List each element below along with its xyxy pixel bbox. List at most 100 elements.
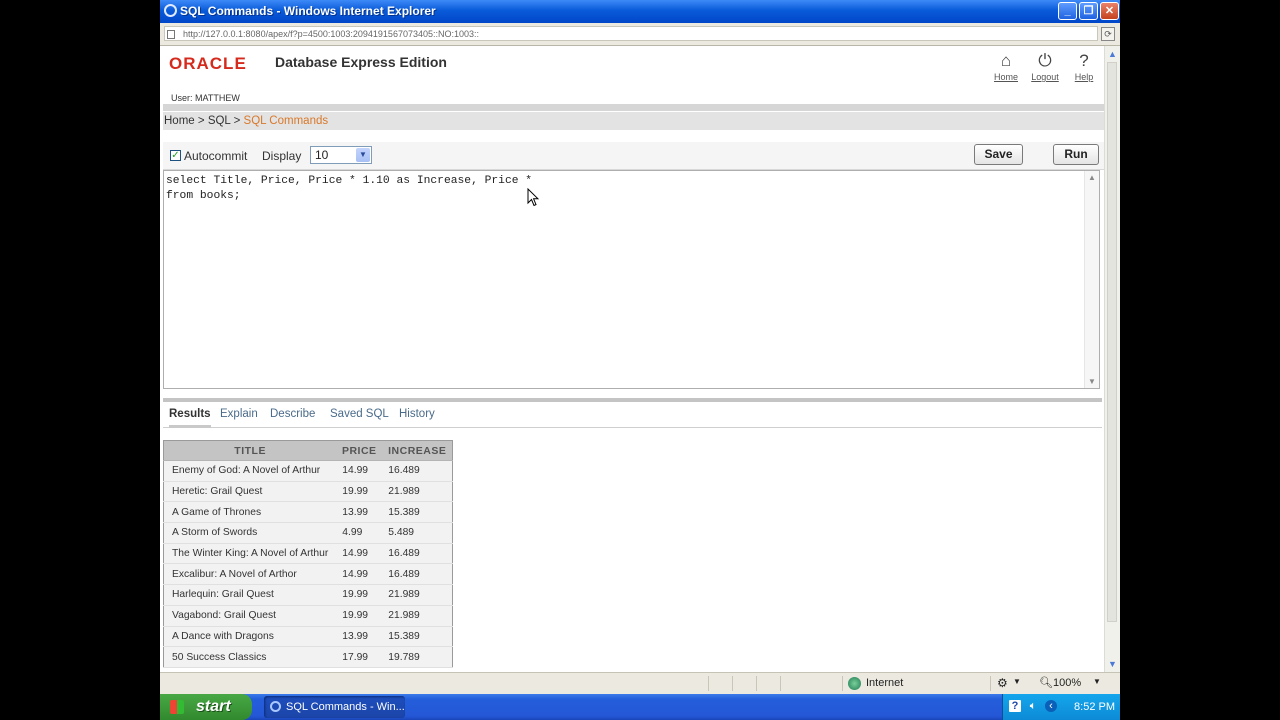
cell-title: Heretic: Grail Quest — [163, 480, 337, 503]
cell-title: A Dance with Dragons — [163, 625, 337, 648]
compatibility-icon[interactable]: ⟳ — [1101, 27, 1115, 41]
help-tray-icon[interactable]: ? — [1009, 700, 1021, 712]
cell-increase: 16.489 — [382, 563, 453, 586]
autocommit-label: Autocommit — [184, 149, 248, 163]
status-divider — [842, 676, 843, 691]
page-scrollbar[interactable]: ▲ ▼ — [1104, 46, 1120, 672]
help-link-label: Help — [1074, 72, 1094, 82]
table-row: Heretic: Grail Quest 19.99 21.989 — [163, 480, 453, 503]
display-label: Display — [262, 149, 302, 163]
cell-increase: 16.489 — [382, 542, 453, 565]
power-icon: ⏻ — [1038, 51, 1052, 70]
window-title: SQL Commands - Windows Internet Explorer — [180, 4, 436, 18]
tab-describe[interactable]: Describe — [270, 408, 315, 420]
close-button[interactable]: ✕ — [1100, 2, 1119, 20]
tab-explain[interactable]: Explain — [220, 408, 258, 420]
window-titlebar[interactable]: SQL Commands - Windows Internet Explorer… — [160, 0, 1120, 23]
cell-increase: 16.489 — [382, 460, 453, 482]
volume-icon[interactable]: 🔈︎ — [1027, 700, 1039, 712]
cell-price: 14.99 — [336, 460, 383, 482]
globe-icon — [848, 677, 861, 690]
tab-history[interactable]: History — [399, 408, 435, 420]
scroll-down-icon: ▼ — [1108, 659, 1117, 669]
command-toolbar: ✓ Autocommit Display 10 ▼ — [163, 142, 1104, 170]
sql-editor[interactable]: select Title, Price, Price * 1.10 as Inc… — [163, 170, 1100, 389]
table-row: The Winter King: A Novel of Arthur 14.99 1… — [163, 542, 453, 565]
display-value: 10 — [315, 148, 329, 162]
cell-increase: 5.489 — [382, 522, 453, 544]
cell-price: 19.99 — [336, 584, 383, 606]
minimize-button[interactable]: _ — [1058, 2, 1077, 20]
taskbar-item-ie[interactable]: SQL Commands - Win... — [264, 696, 405, 718]
screen: SQL Commands - Windows Internet Explorer… — [160, 0, 1120, 720]
scroll-up-icon: ▲ — [1088, 173, 1096, 182]
tab-results[interactable]: Results — [169, 408, 211, 428]
breadcrumb-sql[interactable]: SQL — [208, 115, 231, 127]
scrollbar-thumb[interactable] — [1107, 62, 1117, 622]
scroll-down-icon: ▼ — [1088, 377, 1096, 386]
protected-mode-icon[interactable]: ⚙ — [997, 676, 1008, 690]
status-divider — [732, 676, 733, 691]
table-row: Harlequin: Grail Quest 19.99 21.989 — [163, 584, 453, 606]
url-field[interactable]: http://127.0.0.1:8080/apex/f?p=4500:1003… — [164, 26, 1098, 41]
url-text: http://127.0.0.1:8080/apex/f?p=4500:1003… — [183, 29, 480, 39]
expand-tray-icon[interactable]: ‹ — [1045, 700, 1057, 712]
header-divider — [163, 104, 1104, 111]
cell-title: A Storm of Swords — [163, 522, 337, 544]
table-header-row: TITLE PRICE INCREASE — [163, 440, 453, 461]
results-table: TITLE PRICE INCREASE Enemy of God: A Nov… — [163, 440, 454, 668]
breadcrumb-current: SQL Commands — [243, 115, 329, 127]
autocommit-checkbox[interactable]: ✓ — [170, 150, 181, 161]
cell-increase: 15.389 — [382, 625, 453, 648]
cell-increase: 15.389 — [382, 501, 453, 524]
zoom-icon[interactable]: 🔍︎ — [1039, 676, 1053, 689]
zoom-level[interactable]: 100% — [1053, 677, 1081, 689]
logout-link[interactable]: ⏻ Logout — [1028, 50, 1062, 82]
tab-saved-sql[interactable]: Saved SQL — [330, 408, 389, 420]
breadcrumb-separator: > — [233, 115, 241, 127]
cell-increase: 19.789 — [382, 646, 453, 668]
run-button[interactable]: Run — [1053, 144, 1099, 165]
home-link[interactable]: ⌂ Home — [989, 50, 1023, 82]
table-row: Enemy of God: A Novel of Arthur 14.99 16.4… — [163, 460, 453, 482]
breadcrumb-home[interactable]: Home — [164, 115, 195, 127]
chevron-down-icon[interactable]: ▼ — [1013, 677, 1021, 686]
cell-title: Harlequin: Grail Quest — [163, 584, 337, 606]
cell-price: 13.99 — [336, 501, 383, 524]
cell-title: A Game of Thrones — [163, 501, 337, 524]
cell-price: 14.99 — [336, 563, 383, 586]
chevron-down-icon: ▼ — [356, 148, 370, 162]
logout-link-label: Logout — [1031, 72, 1059, 82]
cell-title: 50 Success Classics — [163, 646, 337, 668]
status-divider — [990, 676, 991, 691]
address-bar: http://127.0.0.1:8080/apex/f?p=4500:1003… — [160, 23, 1120, 46]
maximize-button[interactable]: ❐ — [1079, 2, 1098, 20]
cell-price: 14.99 — [336, 542, 383, 565]
cell-price: 17.99 — [336, 646, 383, 668]
cell-price: 13.99 — [336, 625, 383, 648]
ie-icon — [164, 4, 177, 17]
display-select[interactable]: 10 ▼ — [310, 146, 372, 164]
table-row: A Game of Thrones 13.99 15.389 — [163, 501, 453, 524]
start-button[interactable]: start — [160, 694, 252, 720]
taskbar: start SQL Commands - Win... ? 🔈︎ ‹ 8:52 … — [160, 694, 1120, 720]
help-icon: ? — [1079, 51, 1089, 70]
chevron-down-icon[interactable]: ▼ — [1093, 677, 1101, 686]
clock: 8:52 PM — [1074, 701, 1115, 713]
sql-text: select Title, Price, Price * 1.10 as Inc… — [166, 175, 533, 202]
status-divider — [756, 676, 757, 691]
home-icon: ⌂ — [1000, 51, 1012, 70]
table-row: 50 Success Classics 17.99 19.789 — [163, 646, 453, 668]
cell-increase: 21.989 — [382, 584, 453, 606]
column-header-price: PRICE — [336, 440, 383, 461]
cell-price: 4.99 — [336, 522, 383, 544]
result-tabs: Results Explain Describe Saved SQL Histo… — [163, 402, 1102, 428]
windows-logo-icon — [170, 700, 184, 714]
help-link[interactable]: ? Help — [1067, 50, 1101, 82]
mouse-cursor-icon — [527, 188, 539, 207]
page-content: ORACLE Database Express Edition ⌂ Home ⏻… — [160, 46, 1104, 672]
editor-scrollbar[interactable]: ▲ ▼ — [1084, 171, 1099, 388]
oracle-logo: ORACLE — [169, 54, 247, 73]
save-button[interactable]: Save — [974, 144, 1023, 165]
user-label: User: MATTHEW — [171, 93, 240, 103]
